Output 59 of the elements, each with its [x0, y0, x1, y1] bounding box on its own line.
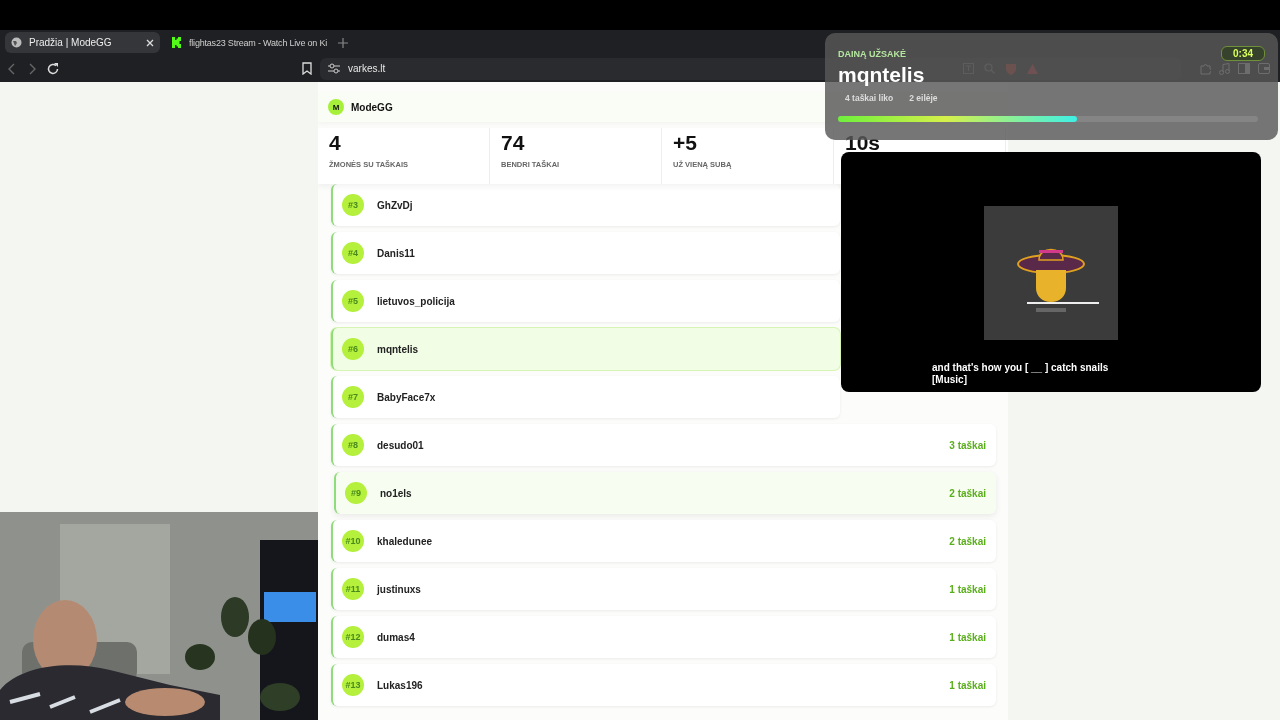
browser-tab[interactable]: Pradžia | ModeGG [5, 32, 160, 53]
brand-name: ModeGG [351, 101, 393, 113]
username: BabyFace7x [377, 391, 436, 403]
username: Lukas196 [377, 679, 423, 691]
leaderboard-row[interactable]: #11 justinuxs 1 taškai [331, 568, 996, 610]
points-label: 1 taškai [949, 631, 986, 643]
rank-badge: #5 [342, 290, 364, 312]
bookmark-icon[interactable] [302, 62, 312, 75]
timer-badge: 0:34 [1221, 46, 1265, 61]
leaderboard-row[interactable]: #4 Danis11 [331, 232, 840, 274]
username: mqntelis [377, 343, 419, 355]
browser-tab[interactable]: flightas23 Stream - Watch Live on Ki [165, 32, 334, 53]
tune-icon [328, 63, 340, 74]
leaderboard-row[interactable]: #6 mqntelis [331, 328, 840, 370]
close-icon[interactable] [146, 38, 154, 47]
points-label: 2 taškai [949, 535, 986, 547]
rank-badge: #11 [342, 578, 364, 600]
new-tab-icon[interactable] [338, 37, 349, 48]
points-label: 1 taškai [949, 679, 986, 691]
username: justinuxs [377, 583, 421, 595]
rank-badge: #6 [342, 338, 364, 360]
stat-value: 4 [329, 134, 341, 152]
rank-badge: #4 [342, 242, 364, 264]
leaderboard-row[interactable]: #7 BabyFace7x [331, 376, 840, 418]
rank-badge: #13 [342, 674, 364, 696]
username: lietuvos_policija [377, 295, 455, 307]
points-label: 2 taškai [949, 487, 986, 499]
rank-badge: #7 [342, 386, 364, 408]
leaderboard-row[interactable]: #10 khaledunee 2 taškai [331, 520, 996, 562]
leaderboard-row[interactable]: #8 desudo01 3 taškai [331, 424, 996, 466]
leaderboard-row[interactable]: #3 GhZvDj [331, 184, 840, 226]
leaderboard-row[interactable]: #12 dumas4 1 taškai [331, 616, 996, 658]
username: Danis11 [377, 247, 415, 259]
k-logo-icon [171, 37, 182, 48]
reload-icon[interactable] [46, 61, 60, 76]
rank-badge: #8 [342, 434, 364, 456]
points-left: 4 taškai liko [845, 93, 894, 103]
leaderboard-row[interactable]: #13 Lukas196 1 taškai [331, 664, 996, 706]
username: no1els [380, 487, 412, 499]
stat-value: 74 [501, 134, 525, 152]
caption-text: [Music] [932, 374, 968, 386]
card-heading: DAINĄ UŽSAKĖ [838, 48, 906, 59]
rank-badge: #10 [342, 530, 364, 552]
username: dumas4 [377, 631, 415, 643]
points-label: 3 taškai [949, 439, 986, 451]
username: GhZvDj [377, 199, 413, 211]
rank-badge: #12 [342, 626, 364, 648]
username: desudo01 [377, 439, 424, 451]
username: khaledunee [377, 535, 433, 547]
points-label: 1 taškai [949, 583, 986, 595]
caption-text: and that's how you [ __ ] catch snails [932, 362, 1109, 374]
logo-badge: M [328, 99, 344, 115]
queue-position: 2 eilėje [909, 93, 938, 103]
leaderboard-row[interactable]: #9 no1els 2 taškai [334, 472, 996, 514]
rank-badge: #3 [342, 194, 364, 216]
leaderboard-row[interactable]: #5 lietuvos_policija [331, 280, 840, 322]
globe-icon [11, 37, 22, 48]
rank-badge: #9 [345, 482, 367, 504]
stat-value: +5 [673, 134, 697, 152]
